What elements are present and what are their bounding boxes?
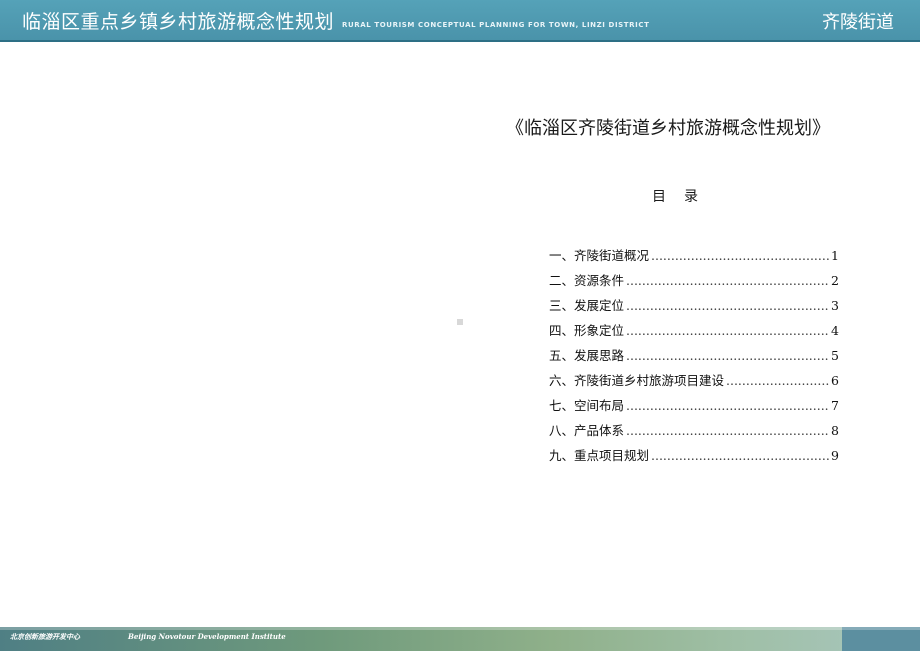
toc-dot-leader: [626, 398, 829, 413]
toc-item[interactable]: 六、齐陵街道乡村旅游项目建设 6: [549, 370, 839, 395]
header-banner: 临淄区重点乡镇乡村旅游概念性规划 RURAL TOURISM CONCEPTUA…: [0, 0, 920, 42]
toc-item-page: 4: [831, 323, 839, 338]
footer-banner: 北京创新旅游开发中心 Beijing Novotour Development …: [0, 627, 920, 651]
toc-item-page: 9: [831, 448, 839, 463]
toc-dot-leader: [651, 448, 829, 463]
toc-item-label: 九、重点项目规划: [549, 448, 650, 463]
toc-item[interactable]: 九、重点项目规划 9: [549, 445, 839, 470]
toc-item-label: 一、齐陵街道概况: [549, 248, 650, 263]
toc-item[interactable]: 七、空间布局 7: [549, 395, 839, 420]
toc-dot-leader: [626, 273, 829, 288]
toc-dot-leader: [651, 248, 829, 263]
document-title: 《临淄区齐陵街道乡村旅游概念性规划》: [506, 118, 830, 139]
toc-item-page: 7: [831, 398, 839, 413]
toc-item-label: 四、形象定位: [549, 323, 625, 338]
toc-item-label: 六、齐陵街道乡村旅游项目建设: [549, 373, 725, 388]
placeholder-marker: [457, 319, 463, 325]
toc-item[interactable]: 二、资源条件 2: [549, 270, 839, 295]
toc-item[interactable]: 五、发展思路 5: [549, 345, 839, 370]
project-title-english: RURAL TOURISM CONCEPTUAL PLANNING FOR TO…: [342, 21, 650, 29]
toc-item[interactable]: 四、形象定位 4: [549, 320, 839, 345]
toc-item-label: 三、发展定位: [549, 298, 625, 313]
footer-org-name: 北京创新旅游开发中心: [10, 633, 80, 641]
toc-heading: 目 录: [652, 189, 700, 205]
toc-item-page: 8: [831, 423, 839, 438]
footer-org-name-english: Beijing Novotour Development Institute: [128, 632, 286, 641]
toc-item-label: 二、资源条件: [549, 273, 625, 288]
toc-dot-leader: [626, 423, 829, 438]
project-title: 临淄区重点乡镇乡村旅游概念性规划: [22, 11, 335, 33]
toc-item-label: 五、发展思路: [549, 348, 625, 363]
toc-item-page: 1: [831, 248, 839, 263]
toc-dot-leader: [626, 298, 829, 313]
toc-dot-leader: [626, 323, 829, 338]
toc-item-page: 6: [831, 373, 839, 388]
footer-color-block: [842, 627, 920, 651]
toc-dot-leader: [726, 373, 829, 388]
toc-item-page: 5: [831, 348, 839, 363]
toc-item-label: 八、产品体系: [549, 423, 625, 438]
toc-item-page: 3: [831, 298, 839, 313]
toc-item-label: 七、空间布局: [549, 398, 625, 413]
district-name: 齐陵街道: [822, 12, 894, 33]
toc-item[interactable]: 三、发展定位 3: [549, 295, 839, 320]
table-of-contents: 一、齐陵街道概况 1 二、资源条件 2 三、发展定位 3 四、形象定位 4 五、…: [549, 245, 839, 470]
toc-dot-leader: [626, 348, 829, 363]
toc-item[interactable]: 一、齐陵街道概况 1: [549, 245, 839, 270]
toc-item-page: 2: [831, 273, 839, 288]
toc-item[interactable]: 八、产品体系 8: [549, 420, 839, 445]
